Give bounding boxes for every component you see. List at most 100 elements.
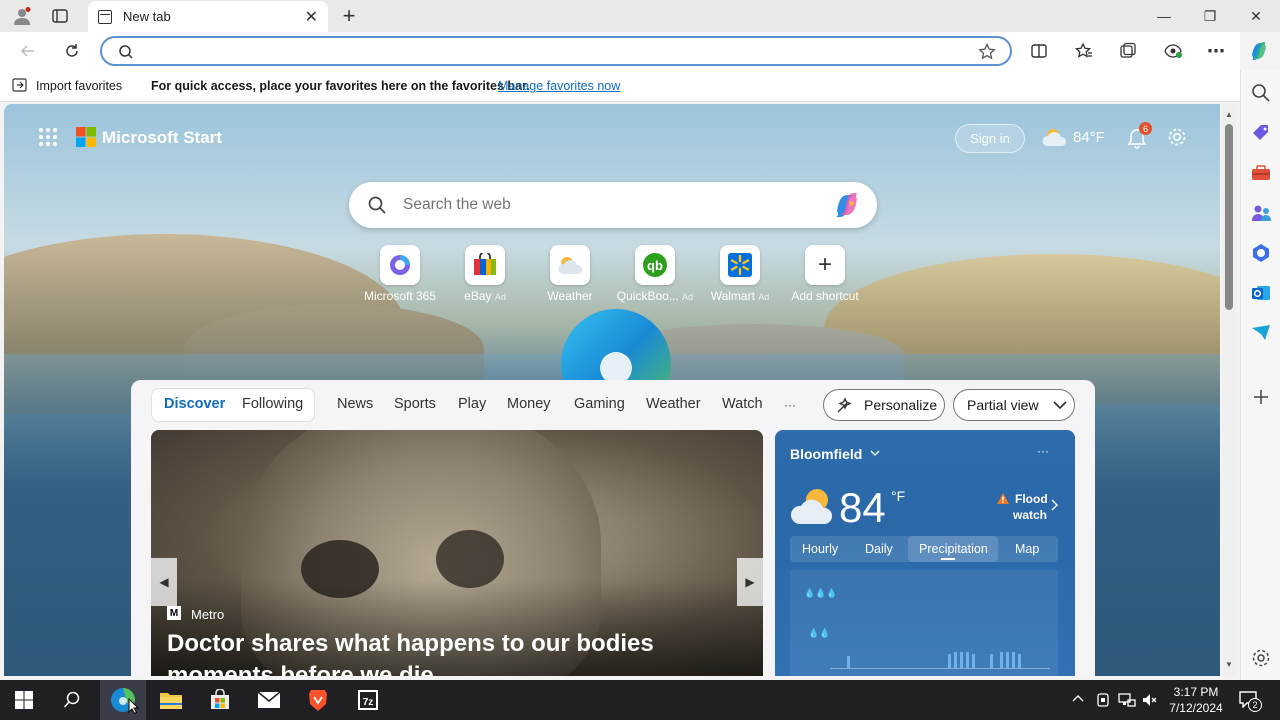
nav-gaming[interactable]: Gaming <box>574 396 625 412</box>
windows-start-icon[interactable] <box>8 684 40 716</box>
collections-icon[interactable] <box>1117 40 1139 62</box>
sidebar-search-icon[interactable] <box>1250 82 1272 104</box>
tab-new-tab[interactable]: New tab ✕ <box>88 1 328 32</box>
weather-tile-icon <box>550 245 590 285</box>
weather-more-button[interactable]: ··· <box>1037 444 1049 458</box>
network-icon[interactable] <box>1118 692 1136 708</box>
drop-send-icon[interactable] <box>1250 322 1272 344</box>
favorites-icon[interactable] <box>1073 40 1095 62</box>
sidebar-settings-icon[interactable] <box>1250 647 1272 669</box>
flood-alert-line1[interactable]: Flood <box>1015 492 1048 506</box>
view-select[interactable]: Partial view <box>953 389 1075 421</box>
scroll-down-arrow[interactable]: ▼ <box>1225 660 1233 669</box>
scrollbar-thumb[interactable] <box>1225 124 1233 310</box>
nav-news[interactable]: News <box>337 396 373 412</box>
page-settings-icon[interactable] <box>1166 126 1188 148</box>
file-explorer-icon[interactable] <box>155 684 187 716</box>
more-options-icon[interactable]: ⋯ <box>1205 40 1227 62</box>
weather-tab-hourly[interactable]: Hourly <box>802 542 838 556</box>
personalize-button[interactable]: Personalize <box>823 389 945 421</box>
address-bar[interactable] <box>100 36 1012 66</box>
shortcut-add[interactable]: + Add shortcut <box>783 245 867 303</box>
header-temperature[interactable]: 84°F <box>1073 129 1105 146</box>
weather-location[interactable]: Bloomfield <box>790 446 862 462</box>
taskbar-search-icon[interactable] <box>56 684 88 716</box>
nav-play[interactable]: Play <box>458 396 486 412</box>
nav-money[interactable]: Money <box>507 396 551 412</box>
partly-cloudy-icon <box>790 489 833 524</box>
new-tab-button[interactable]: + <box>337 0 361 32</box>
add-sidebar-app-icon[interactable] <box>1250 386 1272 408</box>
brand-title[interactable]: Microsoft Start <box>102 128 222 148</box>
nav-weather[interactable]: Weather <box>646 396 701 412</box>
precip-bar <box>972 654 975 668</box>
nav-watch[interactable]: Watch <box>722 396 763 412</box>
shopping-tag-icon[interactable] <box>1250 122 1272 144</box>
microsoft-store-icon[interactable] <box>204 684 236 716</box>
refresh-icon[interactable] <box>61 40 83 62</box>
tools-toolbox-icon[interactable] <box>1250 162 1272 184</box>
carousel-prev-button[interactable]: ◀ <box>151 558 177 606</box>
nav-sports[interactable]: Sports <box>394 396 436 412</box>
microsoft-365-icon[interactable] <box>1250 242 1272 264</box>
precip-medium-icon: 💧💧 <box>808 628 831 638</box>
hero-story-card[interactable]: M Metro Doctor shares what happens to ou… <box>151 430 763 676</box>
brave-browser-icon[interactable] <box>302 684 334 716</box>
favorite-star-icon[interactable] <box>978 43 996 61</box>
page-scrollbar[interactable]: ▲ ▼ <box>1222 104 1236 676</box>
shortcut-microsoft-365[interactable]: Microsoft 365 <box>358 245 442 303</box>
shortcut-quickbooks[interactable]: qb QuickBoo... Ad <box>613 245 697 303</box>
shortcut-ebay[interactable]: eBay Ad <box>443 245 527 303</box>
minimize-button[interactable]: — <box>1150 0 1178 32</box>
volume-muted-icon[interactable] <box>1142 692 1158 708</box>
system-clock[interactable]: 3:17 PM 7/12/2024 <box>1166 684 1226 716</box>
flood-alert-line2[interactable]: watch <box>1013 508 1047 522</box>
split-screen-icon[interactable] <box>1028 40 1050 62</box>
tray-device-icon[interactable] <box>1096 692 1110 708</box>
weather-tab-map[interactable]: Map <box>1015 542 1039 556</box>
address-input[interactable] <box>142 42 942 62</box>
web-search-icon <box>368 196 386 214</box>
nav-more[interactable]: ··· <box>784 398 796 412</box>
web-search-input[interactable] <box>403 196 823 214</box>
svg-text:qb: qb <box>647 258 663 273</box>
back-icon[interactable] <box>17 40 39 62</box>
restore-button[interactable]: ❐ <box>1196 0 1224 32</box>
shortcut-walmart[interactable]: Walmart Ad <box>698 245 782 303</box>
scroll-up-arrow[interactable]: ▲ <box>1225 110 1233 119</box>
weather-tab-daily[interactable]: Daily <box>865 542 893 556</box>
outlook-icon[interactable] <box>1250 282 1272 304</box>
precip-bar <box>1000 652 1003 668</box>
web-search-box[interactable] <box>349 182 877 228</box>
manage-favorites-link[interactable]: Manage favorites now <box>498 79 620 93</box>
sign-in-button[interactable]: Sign in <box>955 124 1025 153</box>
hero-source[interactable]: Metro <box>191 607 224 622</box>
tray-overflow-chevron-icon[interactable] <box>1071 692 1085 706</box>
tab-actions-icon[interactable] <box>48 0 72 32</box>
weather-cloud-icon[interactable] <box>1041 127 1069 147</box>
precip-bar <box>1018 654 1021 668</box>
alert-chevron-right-icon[interactable] <box>1051 499 1058 511</box>
copilot-icon[interactable] <box>1247 39 1271 63</box>
precip-bar <box>966 652 969 668</box>
mail-icon[interactable] <box>253 684 285 716</box>
tab-following[interactable]: Following <box>242 396 303 412</box>
games-icon[interactable] <box>1250 202 1272 224</box>
import-favorites-button[interactable]: Import favorites <box>36 79 122 93</box>
close-tab-button[interactable]: ✕ <box>305 7 318 27</box>
close-window-button[interactable]: ✕ <box>1242 0 1270 32</box>
action-center-badge: 2 <box>1248 698 1262 712</box>
shortcut-weather[interactable]: Weather <box>528 245 612 303</box>
browser-essentials-icon[interactable] <box>1162 40 1184 62</box>
weather-card[interactable]: Bloomfield ··· 84 °F Flood watch Hourly … <box>775 430 1075 676</box>
hero-headline[interactable]: Doctor shares what happens to our bodies… <box>167 628 757 676</box>
location-chevron-icon[interactable] <box>870 450 880 457</box>
tab-discover[interactable]: Discover <box>164 396 225 412</box>
profile-icon[interactable] <box>8 0 36 32</box>
weather-unit[interactable]: °F <box>891 488 905 504</box>
7zip-icon[interactable]: 7z <box>352 684 384 716</box>
copilot-search-icon[interactable] <box>831 191 863 219</box>
app-launcher-icon[interactable] <box>38 127 58 147</box>
weather-tab-precipitation[interactable]: Precipitation <box>919 542 988 556</box>
carousel-next-button[interactable]: ▶ <box>737 558 763 606</box>
